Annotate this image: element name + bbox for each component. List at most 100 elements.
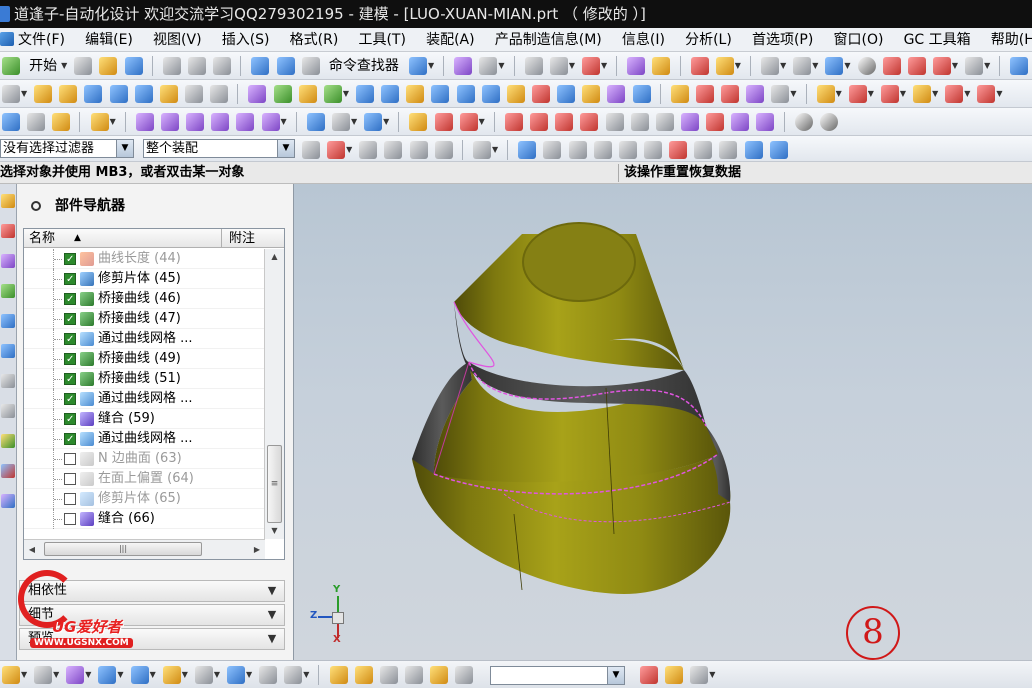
intersect-icon[interactable]	[298, 85, 317, 103]
tree-row[interactable]: 通过曲线网格 ...	[24, 329, 265, 349]
copy-icon[interactable]	[187, 57, 206, 75]
mirror-icon[interactable]	[531, 85, 550, 103]
command-finder-button[interactable]: 命令查找器	[329, 52, 399, 79]
chevron-down-icon[interactable]: ▼	[61, 57, 68, 75]
render-curve-icon[interactable]	[690, 666, 709, 684]
binoculars-icon[interactable]	[301, 57, 320, 75]
bridge-curve-toolbar-icon[interactable]	[186, 113, 205, 131]
snap-end-icon[interactable]	[518, 141, 537, 159]
ruled-surface-icon[interactable]	[848, 85, 867, 103]
revolve-icon[interactable]	[59, 85, 78, 103]
chevron-down-icon[interactable]: ▼	[116, 140, 133, 157]
menu-edit[interactable]: 编辑(E)	[85, 28, 133, 51]
chevron-down-icon[interactable]: ▼	[21, 666, 28, 684]
chevron-down-icon[interactable]: ▼	[868, 85, 875, 103]
menu-format[interactable]: 格式(R)	[290, 28, 339, 51]
chevron-down-icon[interactable]: ▼	[346, 141, 353, 159]
roles-tab-icon[interactable]	[1, 464, 15, 478]
chevron-down-icon[interactable]: ▼	[383, 113, 390, 131]
replace-face-icon[interactable]	[430, 666, 449, 684]
chevron-down-icon[interactable]: ▼	[281, 113, 288, 131]
chevron-down-icon[interactable]: ▼	[85, 666, 92, 684]
chevron-down-icon[interactable]: ▼	[214, 666, 221, 684]
menu-file[interactable]: 文件(F)	[0, 28, 65, 51]
select-box-icon[interactable]	[472, 141, 491, 159]
shaded-cube-icon[interactable]	[825, 57, 844, 75]
filter-settings-icon[interactable]	[302, 141, 320, 159]
highlight-icon[interactable]	[652, 57, 671, 75]
chevron-down-icon[interactable]: ▼	[984, 57, 991, 75]
format-icon[interactable]	[284, 666, 303, 684]
snap-cube-icon[interactable]	[769, 141, 788, 159]
menu-window[interactable]: 窗口(O)	[833, 28, 883, 51]
scroll-down-icon[interactable]: ▼	[265, 523, 284, 539]
part-navigator-tab-icon[interactable]	[1, 254, 15, 268]
start-icon[interactable]	[2, 57, 20, 75]
trim-body-icon[interactable]	[323, 85, 342, 103]
snap-tangent-icon[interactable]	[618, 141, 637, 159]
snap-on-curve-icon[interactable]	[719, 141, 738, 159]
sphere-shade-icon[interactable]	[794, 113, 813, 131]
analysis-icon[interactable]	[945, 85, 964, 103]
spline-icon[interactable]	[555, 113, 574, 131]
chevron-down-icon[interactable]: ▼	[264, 605, 280, 625]
roles-icon[interactable]	[90, 113, 109, 131]
circle-icon[interactable]	[706, 113, 725, 131]
snap-point-icon[interactable]	[327, 141, 346, 159]
display-icon[interactable]	[932, 57, 951, 75]
move-icon[interactable]	[409, 141, 428, 159]
sphere-icon[interactable]	[159, 85, 178, 103]
fit-view-icon[interactable]	[761, 57, 780, 75]
cone-model[interactable]	[412, 222, 731, 594]
text-icon[interactable]	[655, 113, 674, 131]
chamfer-icon[interactable]	[406, 85, 425, 103]
curve-on-surface-icon[interactable]	[135, 113, 154, 131]
chevron-down-icon[interactable]: ▼	[844, 57, 851, 75]
cut-icon[interactable]	[162, 57, 181, 75]
trim-curve-icon[interactable]	[434, 113, 453, 131]
hole-icon[interactable]	[184, 85, 203, 103]
start-button[interactable]: 开始	[29, 52, 57, 79]
chevron-down-icon[interactable]: ▼	[343, 85, 350, 103]
edge-blend-icon[interactable]	[381, 85, 400, 103]
move-face-icon[interactable]	[379, 666, 398, 684]
law-extension-icon[interactable]	[913, 85, 932, 103]
dimension-icon[interactable]	[409, 113, 428, 131]
extract-icon[interactable]	[632, 85, 651, 103]
feature-checkbox[interactable]	[64, 473, 76, 485]
sew-toolbar-icon[interactable]	[607, 85, 626, 103]
chevron-down-icon[interactable]: ▼	[812, 57, 819, 75]
graphics-window[interactable]: Y Z X 8	[294, 184, 1032, 660]
scroll-right-icon[interactable]: ▶	[249, 540, 265, 559]
chevron-down-icon[interactable]: ▼	[952, 57, 959, 75]
chevron-down-icon[interactable]: ▼	[607, 667, 624, 684]
menu-assembly[interactable]: 装配(A)	[426, 28, 475, 51]
shell-icon[interactable]	[431, 85, 450, 103]
tree-row[interactable]: 桥接曲线 (47)	[24, 309, 265, 329]
edit-icon[interactable]	[715, 57, 734, 75]
thicken-icon[interactable]	[557, 85, 576, 103]
camera-icon[interactable]	[640, 666, 658, 684]
info-list-icon[interactable]	[306, 113, 325, 131]
web-browser-icon[interactable]	[1, 314, 15, 328]
snap-intersection-icon[interactable]	[593, 141, 612, 159]
tree-row[interactable]: 通过曲线网格 ...	[24, 429, 265, 449]
boss-icon[interactable]	[210, 85, 229, 103]
model-canvas[interactable]	[294, 184, 1032, 660]
tree-row[interactable]: 缝合 (66)	[24, 509, 265, 529]
draft-icon[interactable]	[456, 85, 475, 103]
chevron-down-icon[interactable]: ▼	[996, 85, 1003, 103]
chevron-down-icon[interactable]: ▼	[601, 57, 608, 75]
wand-icon[interactable]	[454, 57, 473, 75]
text-annotation-icon[interactable]	[226, 666, 245, 684]
section-view-icon[interactable]	[882, 57, 901, 75]
sphere-gray-icon[interactable]	[819, 113, 838, 131]
horizontal-scrollbar[interactable]: ◀ ||| ▶	[24, 539, 265, 559]
snap-mid-icon[interactable]	[543, 141, 562, 159]
scroll-thumb-horizontal[interactable]: |||	[44, 542, 202, 556]
sketch-icon[interactable]	[2, 85, 20, 103]
visualization-icon[interactable]	[1, 434, 15, 448]
tree-row[interactable]: 缝合 (59)	[24, 409, 265, 429]
chevron-down-icon[interactable]: ▼	[498, 57, 505, 75]
clock-icon[interactable]	[1, 374, 15, 388]
